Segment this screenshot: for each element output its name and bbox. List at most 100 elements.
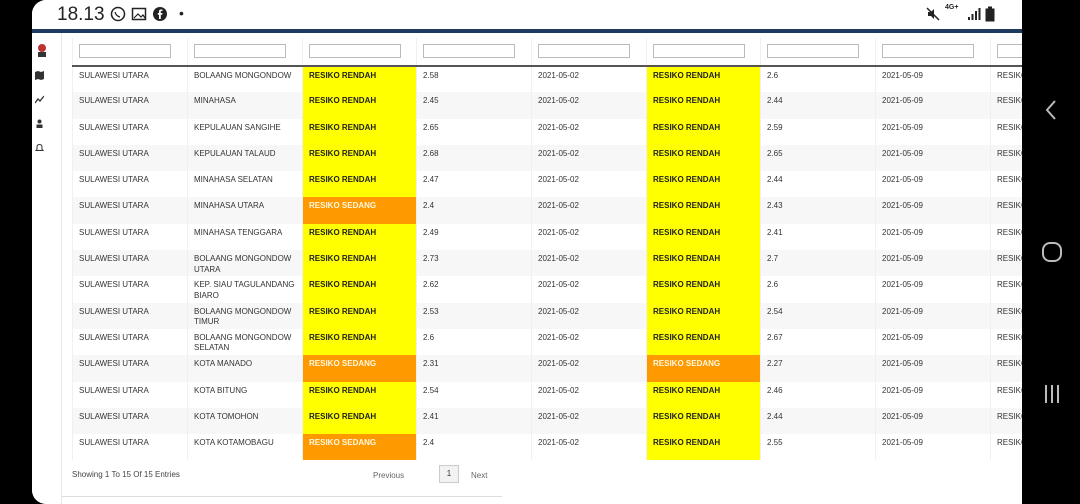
previous-button[interactable]: Previous (367, 468, 410, 483)
cell-district: MINAHASA TENGGARA (187, 223, 303, 251)
table-footer: Showing 1 To 15 Of 15 Entries Previous 1… (72, 462, 522, 490)
table-row: SULAWESI UTARA BOLAANG MONGONDOW SELATAN R… (72, 328, 1022, 356)
table-container[interactable]: SULAWESI UTARA BOLAANG MONGONDOW RESIKO RE… (72, 38, 1022, 462)
table-row: SULAWESI UTARA KEPULAUAN TALAUD RESIKO REN… (72, 144, 1022, 172)
filter-input-date-1[interactable] (538, 44, 630, 58)
page-button-1[interactable]: 1 (439, 465, 459, 483)
cell-risk3: RESIKO RESIKO (990, 66, 1022, 93)
filter-input-score-1[interactable] (423, 44, 515, 58)
filter-input-score-2[interactable] (767, 44, 859, 58)
cell-date1: 2021-05-02 (531, 250, 647, 277)
cell-risk1: RESIKO RENDAH (302, 407, 417, 435)
cell-risk2: RESIKO SEDANG (646, 355, 761, 382)
cell-province: SULAWESI UTARA (72, 144, 188, 172)
cell-province: SULAWESI UTARA (72, 92, 188, 119)
cell-score2: 2.43 (760, 197, 876, 224)
cell-score1: 2.6 (416, 328, 532, 356)
cell-risk3: RESIKO RESIKO (990, 92, 1022, 119)
filter-input-risk-1[interactable] (309, 44, 401, 58)
cell-risk3: RESIKO SEDANG (990, 355, 1022, 382)
whatsapp-icon (110, 6, 126, 25)
cell-score2: 2.44 (760, 92, 876, 119)
filter-input-province[interactable] (79, 44, 171, 58)
cell-risk3: RESIKO RESIKO (990, 302, 1022, 329)
cell-risk1: RESIKO RENDAH (302, 328, 417, 356)
cell-risk2: RESIKO RENDAH (646, 302, 761, 329)
map-icon[interactable] (35, 71, 44, 80)
table-row: SULAWESI UTARA BOLAANG MONGONDOW TIMUR RES… (72, 302, 1022, 329)
filter-input-risk-2[interactable] (653, 44, 745, 58)
cell-district: MINAHASA SELATAN (187, 171, 303, 198)
cell-risk2: RESIKO RENDAH (646, 223, 761, 251)
table-row: SULAWESI UTARA MINAHASA TENGGARA RESIKO RE… (72, 223, 1022, 251)
cell-score1: 2.54 (416, 381, 532, 408)
cell-score1: 2.68 (416, 144, 532, 172)
cell-risk3: RESIKO RESIKO (990, 328, 1022, 356)
cell-risk1: RESIKO RENDAH (302, 92, 417, 119)
table-row: SULAWESI UTARA KOTA BITUNG RESIKO RENDAH 2.… (72, 381, 1022, 408)
cell-date1: 2021-05-02 (531, 355, 647, 382)
clock: 18.13 (57, 4, 105, 25)
cell-district: BOLAANG MONGONDOW TIMUR (187, 302, 303, 329)
cell-district: BOLAANG MONGONDOW (187, 66, 303, 93)
cell-date2: 2021-05-09 (875, 302, 991, 329)
bell-icon[interactable] (34, 143, 45, 152)
cell-score2: 2.65 (760, 144, 876, 172)
cell-risk3: RESIKO RESIKO (990, 223, 1022, 251)
cell-score2: 2.6 (760, 276, 876, 303)
table-row: SULAWESI UTARA KEP. SIAU TAGULANDANG BIAR… (72, 276, 1022, 303)
cell-risk1: RESIKO RENDAH (302, 381, 417, 408)
cell-risk2: RESIKO RENDAH (646, 92, 761, 119)
filter-input-date-2[interactable] (882, 44, 974, 58)
cell-risk2: RESIKO RENDAH (646, 381, 761, 408)
cell-score1: 2.31 (416, 355, 532, 382)
header-line (32, 29, 1022, 33)
back-icon[interactable] (1040, 96, 1064, 131)
cell-date2: 2021-05-09 (875, 250, 991, 277)
cell-date2: 2021-05-09 (875, 434, 991, 461)
cell-risk3: RESIKO RESIKO (990, 276, 1022, 303)
cell-risk1: RESIKO RENDAH (302, 223, 417, 251)
cell-risk3: RESIKO RESIKO (990, 381, 1022, 408)
status-bar: 18.13 • 4G+ (32, 0, 1022, 28)
screen: 18.13 • 4G+ SULAWESI UTARA BOLAANG MONGO… (32, 0, 1022, 504)
cell-province: SULAWESI UTARA (72, 434, 188, 461)
table-row: SULAWESI UTARA KOTA TOMOHON RESIKO RENDAH 2… (72, 407, 1022, 435)
cell-date1: 2021-05-02 (531, 66, 647, 93)
chart-icon[interactable] (34, 95, 45, 104)
table-row: SULAWESI UTARA BOLAANG MONGONDOW UTARA RES… (72, 250, 1022, 277)
cell-district: KEP. SIAU TAGULANDANG BIARO (187, 276, 303, 303)
cell-score2: 2.67 (760, 328, 876, 356)
filter-input-risk-3[interactable] (997, 44, 1022, 58)
sidebar-divider (61, 33, 62, 504)
cell-date1: 2021-05-02 (531, 381, 647, 408)
cell-score1: 2.58 (416, 66, 532, 93)
signal-icon (966, 6, 982, 25)
network-label: 4G+ (945, 4, 959, 11)
facebook-icon (152, 6, 168, 25)
gallery-icon (131, 6, 147, 25)
filter-input-district[interactable] (194, 44, 286, 58)
cell-risk3: RESIKO RESIKO (990, 250, 1022, 277)
filter-cell (990, 38, 1022, 67)
cell-risk2: RESIKO RENDAH (646, 118, 761, 145)
filter-cell (187, 38, 303, 67)
cell-score1: 2.41 (416, 407, 532, 435)
user-avatar-icon[interactable] (36, 43, 48, 57)
recents-icon[interactable] (1040, 380, 1064, 415)
filter-cell (302, 38, 417, 67)
cell-score1: 2.47 (416, 171, 532, 198)
home-icon[interactable] (1040, 238, 1064, 273)
cell-risk1: RESIKO RENDAH (302, 276, 417, 303)
cell-district: MINAHASA (187, 92, 303, 119)
person-icon[interactable] (35, 119, 44, 128)
next-button[interactable]: Next (465, 468, 493, 483)
cell-date2: 2021-05-09 (875, 118, 991, 145)
cell-province: SULAWESI UTARA (72, 223, 188, 251)
table-row: SULAWESI UTARA KOTA KOTAMOBAGU RESIKO SEDA… (72, 434, 1022, 461)
cell-score2: 2.6 (760, 66, 876, 93)
cell-date2: 2021-05-09 (875, 144, 991, 172)
filter-cell (760, 38, 876, 67)
more-dot: • (179, 5, 184, 21)
cell-province: SULAWESI UTARA (72, 250, 188, 277)
